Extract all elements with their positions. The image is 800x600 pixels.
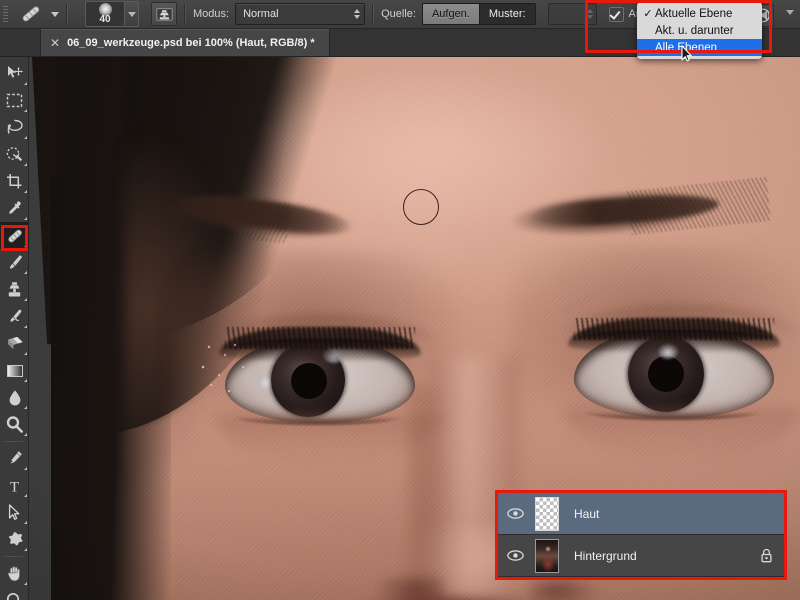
tool-flyout-indicator <box>24 217 27 220</box>
tool-flyout-indicator <box>24 352 27 355</box>
source-sampled-button[interactable]: Aufgen. <box>423 4 480 24</box>
chevron-updown-icon <box>354 9 360 19</box>
sidebar-item-shape-tool[interactable] <box>0 526 29 553</box>
tool-flyout-indicator <box>24 244 27 247</box>
chevron-down-icon <box>128 12 136 17</box>
sidebar-item-brush-tool[interactable] <box>0 249 29 276</box>
sidebar-item-zoom-tool[interactable] <box>0 587 29 600</box>
sidebar-item-pen-tool[interactable] <box>0 445 29 472</box>
layer-name: Haut <box>574 507 748 521</box>
layer-thumbnail[interactable] <box>528 539 566 573</box>
tool-flyout-indicator <box>24 109 27 112</box>
layer-row[interactable]: Haut <box>498 493 784 535</box>
eye-icon[interactable] <box>502 550 528 561</box>
lock-icon[interactable] <box>748 548 784 563</box>
mode-label: Modus: <box>193 8 229 20</box>
sidebar-item-quick-selection-tool[interactable] <box>0 141 29 168</box>
checkbox-icon[interactable] <box>609 7 624 22</box>
sidebar-item-history-brush-tool[interactable] <box>0 303 29 330</box>
options-separator <box>372 4 374 24</box>
layer-name: Hintergrund <box>574 549 748 563</box>
brush-circle-cursor <box>403 189 439 225</box>
chevron-down-icon[interactable] <box>51 12 59 17</box>
menu-item-current-layer[interactable]: ✓ Aktuelle Ebene <box>637 5 762 22</box>
clone-source-panel-icon[interactable] <box>151 2 177 26</box>
close-icon[interactable]: ✕ <box>50 37 60 49</box>
sampling-dropdown-menu[interactable]: ✓ Aktuelle Ebene Akt. u. darunter Alle E… <box>637 2 762 59</box>
brush-preset-picker[interactable]: 40 <box>85 1 125 27</box>
chevron-down-icon[interactable] <box>786 10 794 15</box>
tool-flyout-indicator <box>24 190 27 193</box>
document-tab-title: 06_09_werkzeuge.psd bei 100% (Haut, RGB/… <box>67 37 315 49</box>
sidebar-item-crop-tool[interactable] <box>0 168 29 195</box>
menu-item-all-layers[interactable]: Alle Ebenen <box>637 39 762 56</box>
blend-mode-value: Normal <box>243 8 278 20</box>
tool-flyout-indicator <box>24 406 27 409</box>
tool-flyout-indicator <box>24 82 27 85</box>
layers-panel[interactable]: Haut Hintergrund <box>498 493 784 577</box>
layer-thumbnail[interactable] <box>528 497 566 531</box>
portrait-photo-thumbnail <box>535 539 559 573</box>
brush-size-value: 40 <box>99 15 110 24</box>
healing-brush-icon[interactable] <box>16 3 46 25</box>
toolbar-divider <box>5 441 23 442</box>
chevron-updown-icon <box>587 9 593 19</box>
document-tab[interactable]: ✕ 06_09_werkzeuge.psd bei 100% (Haut, RG… <box>40 29 330 56</box>
menu-item-label: Aktuelle Ebene <box>655 8 732 20</box>
sidebar-item-dodge-tool[interactable] <box>0 411 29 438</box>
sidebar-item-healing-brush-tool[interactable] <box>0 222 29 249</box>
tool-flyout-indicator <box>24 582 27 585</box>
source-segmented-control[interactable]: Aufgen. Muster: <box>422 3 536 25</box>
tool-flyout-indicator <box>24 494 27 497</box>
source-pattern-button[interactable]: Muster: <box>480 4 535 24</box>
tool-flyout-indicator <box>24 271 27 274</box>
tool-flyout-indicator <box>24 298 27 301</box>
sidebar-item-type-tool[interactable]: T <box>0 472 29 499</box>
transparent-checkerboard-thumbnail <box>535 497 559 531</box>
tool-flyout-indicator <box>24 467 27 470</box>
options-separator <box>66 4 68 24</box>
tool-flyout-indicator <box>24 433 27 436</box>
mouse-pointer-icon <box>681 45 693 62</box>
blend-mode-select[interactable]: Normal <box>235 3 365 25</box>
sidebar-item-clone-stamp-tool[interactable] <box>0 276 29 303</box>
brush-preset-dropdown[interactable] <box>125 1 139 27</box>
sidebar-item-marquee-tool[interactable] <box>0 87 29 114</box>
sidebar-item-hand-tool[interactable] <box>0 560 29 587</box>
tool-flyout-indicator <box>24 325 27 328</box>
sidebar-item-eraser-tool[interactable] <box>0 330 29 357</box>
svg-text:T: T <box>10 479 19 494</box>
tool-flyout-indicator <box>24 163 27 166</box>
sidebar-item-blur-tool[interactable] <box>0 384 29 411</box>
options-separator <box>184 4 186 24</box>
eye-icon[interactable] <box>502 508 528 519</box>
menu-item-label: Akt. u. darunter <box>655 25 734 37</box>
layer-row[interactable]: Hintergrund <box>498 535 784 577</box>
sidebar-item-move-tool[interactable] <box>0 60 29 87</box>
tool-flyout-indicator <box>24 136 27 139</box>
tool-flyout-indicator <box>24 548 27 551</box>
toolbar-divider <box>5 556 23 557</box>
sidebar-item-lasso-tool[interactable] <box>0 114 29 141</box>
tool-flyout-indicator <box>24 379 27 382</box>
tools-panel[interactable]: T <box>0 56 29 600</box>
check-icon: ✓ <box>641 7 655 20</box>
sidebar-item-gradient-tool[interactable] <box>0 357 29 384</box>
pattern-swatch-picker[interactable] <box>548 3 597 25</box>
options-bar-gripper[interactable] <box>0 0 10 29</box>
sidebar-item-path-selection-tool[interactable] <box>0 499 29 526</box>
sidebar-item-eyedropper-tool[interactable] <box>0 195 29 222</box>
tool-flyout-indicator <box>24 521 27 524</box>
photoshop-window: Haut Hintergrund <box>0 0 800 600</box>
source-label: Quelle: <box>381 8 416 20</box>
menu-item-current-and-below[interactable]: Akt. u. darunter <box>637 22 762 39</box>
